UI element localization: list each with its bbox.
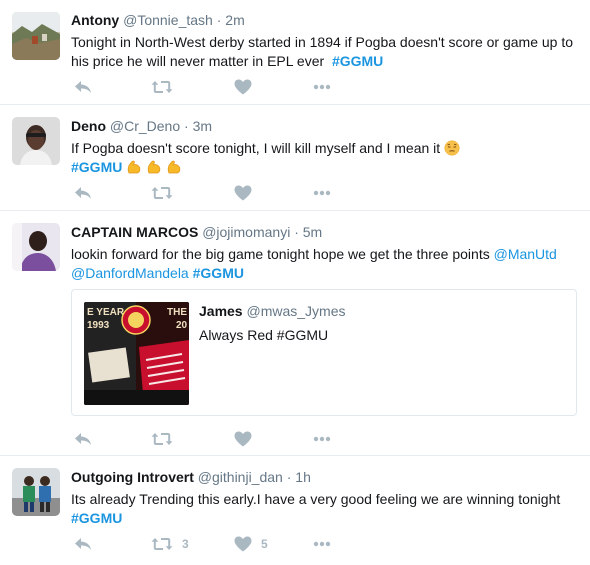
author-fullname[interactable]: CAPTAIN MARCOS [71,224,198,240]
author-username[interactable]: @githinji_dan [198,469,283,485]
reply-button[interactable] [73,183,93,203]
more-icon [313,190,331,196]
reply-icon [73,536,93,552]
more-icon [313,436,331,442]
quoted-tweet[interactable]: E YEAR 1993 THE Y 20 James @mwas_Jymes A… [71,289,577,416]
avatar[interactable] [12,12,60,60]
author-username[interactable]: @jojimomanyi [202,224,290,240]
retweet-button[interactable] [151,77,173,97]
more-icon [313,541,331,547]
media-caption: THE Y [167,307,189,318]
tweet-body: If Pogba doesn't score tonight, I will k… [71,140,441,156]
retweet-button[interactable]: 3 [151,534,189,554]
heart-icon [234,79,252,95]
media-caption: 20 [176,320,188,331]
tweet-captain-marcos[interactable]: CAPTAIN MARCOS @jojimomanyi · 5m lookin … [0,211,590,456]
reply-icon [73,185,93,201]
retweet-icon [151,431,173,447]
avatar[interactable] [12,117,60,165]
reply-icon [73,79,93,95]
quoted-author-username[interactable]: @mwas_Jymes [246,303,345,319]
author-fullname[interactable]: Antony [71,12,119,28]
heart-icon [234,431,252,447]
like-button[interactable] [234,77,252,97]
tweet-text: Tonight in North-West derby started in 1… [71,33,580,71]
more-button[interactable] [313,534,331,554]
tweet-timestamp[interactable]: 1h [295,469,311,485]
hashtag-link[interactable]: #GGMU [193,265,244,281]
more-button[interactable] [313,183,331,203]
media-caption: E YEAR [87,307,125,318]
header-separator: · [216,12,222,28]
media-caption: 1993 [87,320,110,331]
retweet-icon [151,79,173,95]
retweet-icon [151,536,173,552]
reply-button[interactable] [73,534,93,554]
avatar[interactable] [12,223,60,271]
quoted-tweet-image[interactable]: E YEAR 1993 THE Y 20 [84,302,189,405]
quoted-tweet-text: Always Red #GGMU [199,327,329,343]
tweet-outgoing-introvert[interactable]: Outgoing Introvert @githinji_dan · 1h It… [0,456,590,565]
mention-link[interactable]: @ManUtd [494,246,557,262]
tweet-text: Its already Trending this early.I have a… [71,490,580,528]
header-separator: · [294,224,299,240]
author-username[interactable]: @Tonnie_tash [123,12,213,28]
flexed-biceps-emoji [126,159,142,175]
hashtag-link[interactable]: #GGMU [71,510,122,526]
header-separator: · [286,469,292,485]
reply-icon [73,431,93,447]
more-button[interactable] [313,77,331,97]
tweet-text: If Pogba doesn't score tonight, I will k… [71,139,580,177]
tweet-body: Tonight in North-West derby started in 1… [71,34,574,69]
tweet-deno[interactable]: Deno @Cr_Deno · 3m If Pogba doesn't scor… [0,105,590,211]
reply-button[interactable] [73,77,93,97]
like-button[interactable]: 5 [234,534,268,554]
pensive-face-emoji [444,140,460,156]
like-count: 5 [261,537,268,551]
heart-icon [234,536,252,552]
like-button[interactable] [234,183,252,203]
mention-link[interactable]: @DanfordMandela [71,265,189,281]
flexed-biceps-emoji [146,159,162,175]
tweet-timestamp[interactable]: 2m [225,12,244,28]
quoted-author-fullname[interactable]: James [199,303,243,319]
author-username[interactable]: @Cr_Deno [110,118,180,134]
more-icon [313,84,331,90]
tweet-body: Its already Trending this early.I have a… [71,491,561,507]
hashtag-link[interactable]: #GGMU [332,53,383,69]
tweet-antony[interactable]: Antony @Tonnie_tash · 2m Tonight in Nort… [0,0,590,105]
tweet-timestamp[interactable]: 3m [193,118,212,134]
retweet-count: 3 [182,537,189,551]
avatar[interactable] [12,468,60,516]
tweet-body: lookin forward for the big game tonight … [71,246,490,262]
retweet-button[interactable] [151,429,173,449]
tweet-timestamp[interactable]: 5m [303,224,322,240]
retweet-button[interactable] [151,183,173,203]
retweet-icon [151,185,173,201]
author-fullname[interactable]: Outgoing Introvert [71,469,194,485]
header-separator: · [184,118,189,134]
tweet-text: lookin forward for the big game tonight … [71,245,580,283]
flexed-biceps-emoji [166,159,182,175]
author-fullname[interactable]: Deno [71,118,106,134]
heart-icon [234,185,252,201]
reply-button[interactable] [73,429,93,449]
like-button[interactable] [234,429,252,449]
more-button[interactable] [313,429,331,449]
hashtag-link[interactable]: #GGMU [71,159,122,175]
